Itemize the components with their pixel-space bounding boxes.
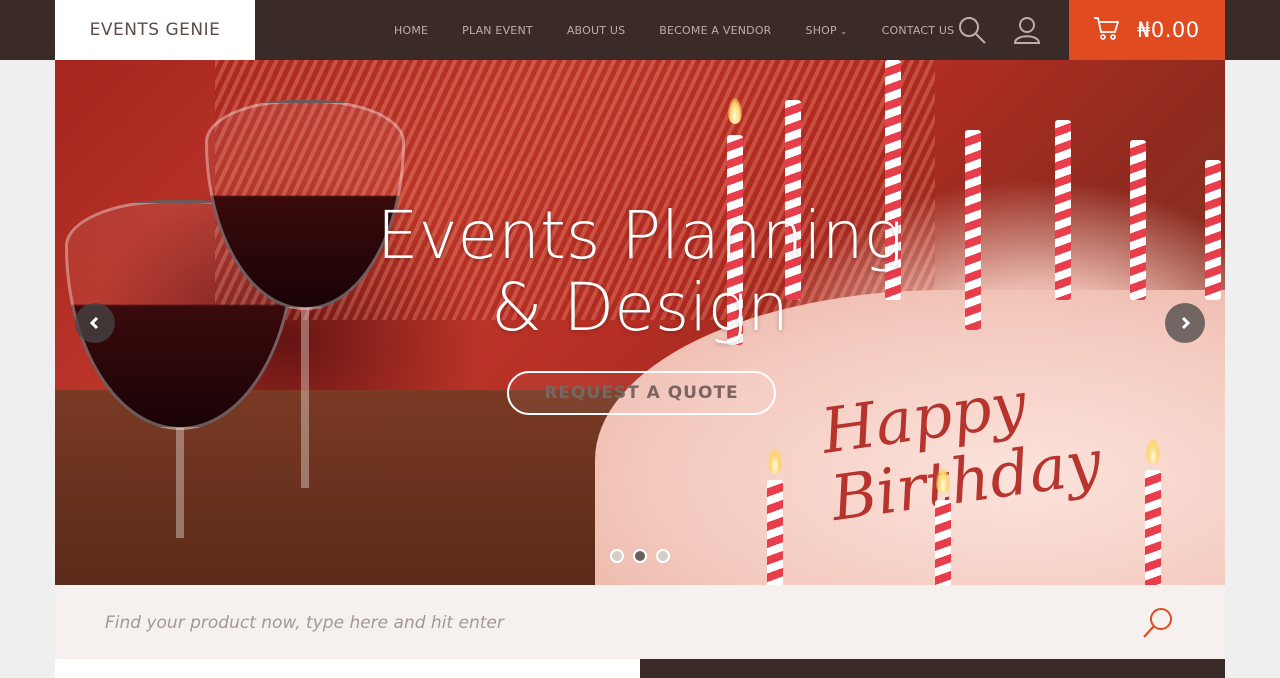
candle-image xyxy=(1130,140,1146,300)
cart-button[interactable]: ₦0.00 xyxy=(1069,0,1225,60)
nav-shop-label: SHOP xyxy=(805,23,837,37)
slider-dot[interactable] xyxy=(656,549,670,563)
product-search-input[interactable] xyxy=(93,603,1093,643)
flame-image xyxy=(1146,438,1160,464)
hero-slider: Happy Birthday Events Planning & Design … xyxy=(55,60,1225,585)
search-submit-button[interactable] xyxy=(1140,605,1176,641)
chevron-left-icon xyxy=(89,316,99,330)
nav-shop[interactable]: SHOP ⌄ xyxy=(789,24,865,37)
slider-prev-button[interactable] xyxy=(75,303,115,343)
candle-image xyxy=(1205,160,1221,300)
nav-home[interactable]: HOME xyxy=(377,24,445,37)
request-quote-button[interactable]: REQUEST A QUOTE xyxy=(507,371,776,415)
wine-glass-stem xyxy=(176,428,184,538)
site-logo[interactable]: EVENTS GENIE xyxy=(55,0,255,60)
candle-image xyxy=(1055,120,1071,300)
section-left-panel xyxy=(55,659,640,678)
hero-title-line-1: Events Planning xyxy=(376,197,904,274)
slider-next-button[interactable] xyxy=(1165,303,1205,343)
cart-total: ₦0.00 xyxy=(1137,18,1200,42)
candle-image xyxy=(935,500,951,585)
candle-image xyxy=(767,480,783,585)
candle-image xyxy=(1145,470,1161,585)
slider-dot[interactable] xyxy=(633,549,647,563)
top-header: EVENTS GENIE HOME PLAN EVENT ABOUT US BE… xyxy=(0,0,1280,60)
slider-dot[interactable] xyxy=(610,549,624,563)
user-icon[interactable] xyxy=(1011,14,1043,46)
flame-image xyxy=(768,448,782,474)
hero-title-line-2: & Design xyxy=(490,269,790,346)
chevron-right-icon xyxy=(1181,316,1191,330)
nav-plan-event[interactable]: PLAN EVENT xyxy=(445,24,550,37)
slider-pagination xyxy=(610,549,670,563)
search-icon xyxy=(1143,608,1172,638)
nav-about-us[interactable]: ABOUT US xyxy=(550,24,642,37)
product-search-bar xyxy=(55,585,1225,659)
cart-icon xyxy=(1093,16,1120,44)
flame-image xyxy=(728,98,742,124)
chevron-down-icon: ⌄ xyxy=(839,26,848,37)
section-right-panel xyxy=(640,659,1225,678)
main-nav: HOME PLAN EVENT ABOUT US BECOME A VENDOR… xyxy=(377,0,971,60)
flame-image xyxy=(936,468,950,494)
nav-become-a-vendor[interactable]: BECOME A VENDOR xyxy=(642,24,788,37)
hero-title: Events Planning & Design xyxy=(283,200,997,344)
search-icon[interactable] xyxy=(956,14,988,46)
